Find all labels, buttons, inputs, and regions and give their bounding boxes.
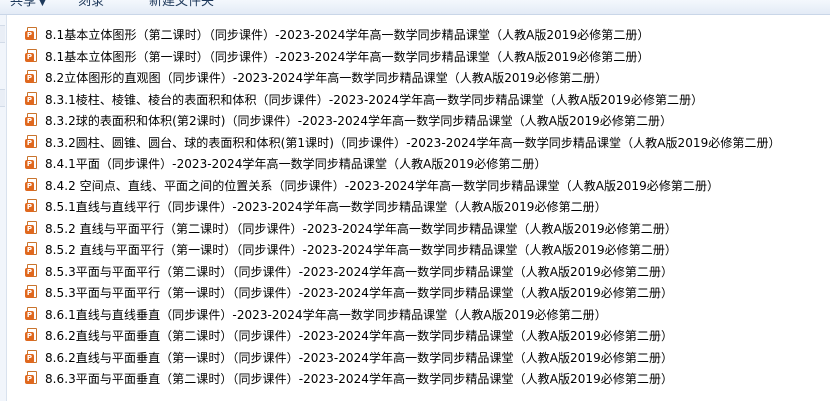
burn-button[interactable]: 刻录 [78, 0, 104, 10]
powerpoint-file-icon: P [25, 263, 38, 279]
powerpoint-file-icon: P [25, 349, 38, 365]
powerpoint-file-icon: P [25, 113, 38, 128]
powerpoint-file-icon: P [25, 156, 38, 171]
file-list-item[interactable]: P 8.6.2直线与平面垂直（第二课时）（同步课件）-2023-2024学年高一数… [25, 325, 825, 347]
file-list-item[interactable]: P 8.3.2球的表面积和体积(第2课时)（同步课件）-2023-2024学年高一… [25, 110, 825, 132]
file-list-item[interactable]: P 8.3.1棱柱、棱锥、棱台的表面积和体积（同步课件）-2023-2024学年高… [25, 89, 825, 111]
file-list-item[interactable]: P 8.5.2 直线与平面平行（第一课时）（同步课件）-2023-2024学年高一… [25, 239, 825, 261]
file-name: 8.5.1直线与直线平行（同步课件）-2023-2024学年高一数学同步精品课堂… [45, 200, 607, 215]
file-name: 8.5.3平面与平面平行（第一课时）（同步课件）-2023-2024学年高一数学… [45, 286, 674, 301]
file-list-item[interactable]: P 8.4.1平面（同步课件）-2023-2024学年高一数学同步精品课堂（人教A… [25, 153, 825, 175]
file-name: 8.4.1平面（同步课件）-2023-2024学年高一数学同步精品课堂（人教A版… [45, 157, 547, 172]
file-name: 8.3.2圆柱、圆锥、圆台、球的表面积和体积(第1课时)（同步课件）-2023-… [45, 135, 781, 150]
powerpoint-file-icon: P [25, 285, 38, 300]
file-name: 8.3.2球的表面积和体积(第2课时)（同步课件）-2023-2024学年高一数… [45, 114, 673, 129]
powerpoint-file-icon: P [25, 91, 38, 107]
new-folder-button[interactable]: 新建文件夹 [149, 0, 214, 10]
file-list-item[interactable]: P 8.5.3平面与平面平行（第一课时）（同步课件）-2023-2024学年高一数… [25, 282, 825, 304]
nav-item-edge[interactable] [0, 89, 5, 107]
file-name: 8.1基本立体图形（第二课时）（同步课件）-2023-2024学年高一数学同步精… [45, 28, 650, 43]
file-list-item[interactable]: P 8.1基本立体图形（第二课时）（同步课件）-2023-2024学年高一数学同步… [25, 24, 825, 46]
powerpoint-file-icon: P [25, 27, 38, 42]
file-name: 8.3.1棱柱、棱锥、棱台的表面积和体积（同步课件）-2023-2024学年高一… [45, 92, 704, 107]
powerpoint-file-icon: P [25, 306, 38, 322]
powerpoint-file-icon: P [25, 48, 38, 64]
file-list-item[interactable]: P 8.6.2直线与平面垂直（第一课时）（同步课件）-2023-2024学年高一数… [25, 347, 825, 369]
file-name: 8.6.1直线与直线垂直（同步课件）-2023-2024学年高一数学同步精品课堂… [45, 307, 607, 322]
file-name: 8.2立体图形的直观图（同步课件）-2023-2024学年高一数学同步精品课堂（… [45, 71, 608, 86]
file-list-item[interactable]: P 8.5.3平面与平面平行（第二课时）（同步课件）-2023-2024学年高一数… [25, 261, 825, 283]
file-name: 8.6.2直线与平面垂直（第一课时）（同步课件）-2023-2024学年高一数学… [45, 350, 674, 365]
file-list-item[interactable]: P 8.2立体图形的直观图（同步课件）-2023-2024学年高一数学同步精品课堂… [25, 67, 825, 89]
powerpoint-file-icon: P [25, 134, 38, 150]
file-name: 8.5.2 直线与平面平行（第一课时）（同步课件）-2023-2024学年高一数… [45, 243, 677, 258]
file-list: P 8.1基本立体图形（第二课时）（同步课件）-2023-2024学年高一数学同步… [25, 24, 825, 390]
file-name: 8.5.2 直线与平面平行（第二课时）（同步课件）-2023-2024学年高一数… [45, 221, 677, 236]
share-label: 共享 [10, 0, 37, 9]
powerpoint-file-icon: P [25, 199, 38, 214]
file-list-item[interactable]: P 8.6.3平面与平面垂直（第二课时）（同步课件）-2023-2024学年高一数… [25, 368, 825, 390]
navigation-pane[interactable] [0, 15, 7, 401]
powerpoint-file-icon: P [25, 220, 38, 236]
command-bar: 共享 ▼ 刻录 新建文件夹 [0, 0, 830, 15]
file-list-item[interactable]: P 8.4.2 空间点、直线、平面之间的位置关系（同步课件）-2023-2024学… [25, 175, 825, 197]
chevron-down-icon: ▼ [39, 0, 46, 8]
file-name: 8.5.3平面与平面平行（第二课时）（同步课件）-2023-2024学年高一数学… [45, 264, 674, 279]
powerpoint-file-icon: P [25, 242, 38, 257]
powerpoint-file-icon: P [25, 371, 38, 386]
powerpoint-file-icon: P [25, 328, 38, 343]
file-name: 8.4.2 空间点、直线、平面之间的位置关系（同步课件）-2023-2024学年… [45, 178, 720, 193]
file-list-item[interactable]: P 8.6.1直线与直线垂直（同步课件）-2023-2024学年高一数学同步精品课… [25, 304, 825, 326]
file-name: 8.1基本立体图形（第一课时）（同步课件）-2023-2024学年高一数学同步精… [45, 49, 650, 64]
file-list-item[interactable]: P 8.1基本立体图形（第一课时）（同步课件）-2023-2024学年高一数学同步… [25, 46, 825, 68]
file-name: 8.6.3平面与平面垂直（第二课时）（同步课件）-2023-2024学年高一数学… [45, 372, 674, 387]
file-list-item[interactable]: P 8.5.2 直线与平面平行（第二课时）（同步课件）-2023-2024学年高一… [25, 218, 825, 240]
file-list-item[interactable]: P 8.3.2圆柱、圆锥、圆台、球的表面积和体积(第1课时)（同步课件）-2023… [25, 132, 825, 154]
file-name: 8.6.2直线与平面垂直（第二课时）（同步课件）-2023-2024学年高一数学… [45, 329, 674, 344]
nav-item-edge[interactable] [0, 25, 5, 43]
powerpoint-file-icon: P [25, 70, 38, 85]
share-button[interactable]: 共享 ▼ [10, 0, 46, 11]
file-list-item[interactable]: P 8.5.1直线与直线平行（同步课件）-2023-2024学年高一数学同步精品课… [25, 196, 825, 218]
powerpoint-file-icon: P [25, 177, 38, 193]
